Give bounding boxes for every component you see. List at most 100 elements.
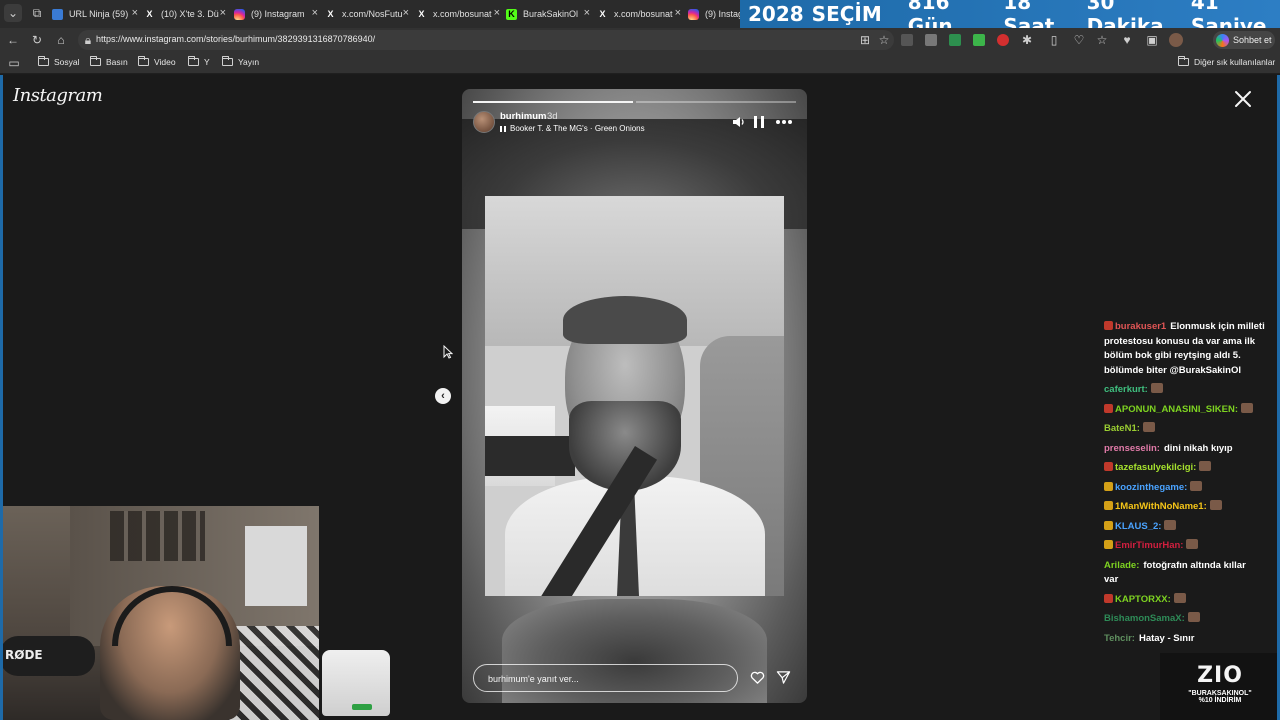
URL-ninja-icon xyxy=(52,8,63,20)
tab-list-button[interactable]: ⌄ xyxy=(4,4,22,22)
bookmarks-bar: ▭ Sosyal Basın Video Y Yayın Diğer sık k… xyxy=(0,52,1280,74)
instagram-icon xyxy=(234,8,245,20)
story-viewer[interactable]: burhimum 3d Booker T. & The MG's · Green… xyxy=(462,89,807,703)
chat-text: bölüm bok gibi reytşing aldı 5. xyxy=(1104,350,1241,361)
favorites-icon[interactable]: ☆ xyxy=(1095,33,1109,47)
chat-username: prenseselin: xyxy=(1104,442,1160,454)
profile-avatar[interactable] xyxy=(1169,33,1183,47)
sidebar-icon[interactable]: ▯ xyxy=(1047,33,1061,47)
chat-message: bölümde biter @BurakSakinOl xyxy=(1104,364,1272,378)
share-direct-icon[interactable] xyxy=(776,670,791,685)
chat-emote-icon xyxy=(1187,612,1200,622)
bookmark-folder-video[interactable]: Video xyxy=(138,56,176,67)
tab-label: BurakSakinOl xyxy=(523,9,579,19)
chat-badge-icon xyxy=(1104,520,1113,530)
lock-icon[interactable]: 🔒︎ xyxy=(81,33,95,47)
story-progress-segment-1 xyxy=(473,101,633,103)
close-tab-icon[interactable]: × xyxy=(132,7,138,19)
close-tab-icon[interactable]: × xyxy=(584,7,590,19)
close-tab-icon[interactable]: × xyxy=(312,7,318,19)
browser-tab[interactable]: (9) Instagram × xyxy=(234,3,318,25)
previous-story-button[interactable]: ‹ xyxy=(435,388,451,404)
chat-emote-icon xyxy=(1173,592,1186,603)
other-bookmarks[interactable]: Diğer sık kullanılanlar xyxy=(1178,56,1276,67)
x-icon: X xyxy=(327,9,334,19)
extension-icon-1[interactable] xyxy=(901,34,913,46)
chat-text: dini nikah kıyıp xyxy=(1163,442,1233,454)
story-user-avatar[interactable] xyxy=(473,111,495,133)
chat-badge-icon xyxy=(1104,501,1113,510)
chat-badge-icon xyxy=(1104,481,1113,491)
chat-message: caferkurt: xyxy=(1104,383,1272,397)
volume-icon[interactable] xyxy=(732,115,746,129)
music-icon xyxy=(500,125,506,132)
browser-tab[interactable]: K BurakSakinOl × xyxy=(506,3,590,25)
copilot-icon xyxy=(1216,33,1229,47)
split-screen-icon[interactable]: ⊞ xyxy=(858,33,872,47)
copilot-chat-label: Sohbet et xyxy=(1233,35,1272,45)
chat-message: koozinthegame: xyxy=(1104,480,1272,495)
close-tab-icon[interactable]: × xyxy=(675,7,681,19)
close-tab-icon[interactable]: × xyxy=(494,7,500,19)
chat-message: KAPTORXX: xyxy=(1104,592,1272,607)
bookmark-folder-y[interactable]: Y xyxy=(188,56,210,67)
copilot-chat-button[interactable]: Sohbet et xyxy=(1213,31,1275,49)
browser-tab[interactable]: URL Ninja (59) × xyxy=(52,3,138,25)
extensions-puzzle-icon[interactable]: ✱ xyxy=(1020,33,1034,47)
refresh-icon[interactable]: ↻ xyxy=(30,33,44,47)
chat-text: Hatay - Sınır xyxy=(1138,632,1195,644)
chat-message: KLAUS_2: xyxy=(1104,519,1272,534)
back-icon[interactable]: ← xyxy=(6,33,20,47)
chat-username: KAPTORXX: xyxy=(1115,593,1171,605)
browser-tab[interactable]: Xx.com/NosFutu × xyxy=(325,3,409,25)
close-tab-icon[interactable]: × xyxy=(403,7,409,19)
bookmark-folder-yayin[interactable]: Yayın xyxy=(222,56,259,67)
chat-username: EmirTimurHan: xyxy=(1115,540,1184,551)
chat-badge-icon xyxy=(1104,593,1113,603)
chat-username: burakuser1 xyxy=(1115,321,1167,332)
chat-message: BateN1: xyxy=(1104,422,1272,436)
close-story-icon[interactable] xyxy=(1234,90,1252,108)
chat-message: Arilade: fotoğrafın altında kıllar xyxy=(1104,559,1272,573)
browser-tab[interactable]: X (10) X'te 3. Dü × xyxy=(144,3,226,25)
pause-icon[interactable] xyxy=(754,116,764,128)
tab-label: (9) Instag xyxy=(705,9,740,19)
browser-tab[interactable]: (9) Instag xyxy=(688,3,740,25)
bookmark-folder-basin[interactable]: Basın xyxy=(90,56,128,67)
story-username[interactable]: burhimum xyxy=(500,111,546,122)
tab-label: x.com/NosFutu xyxy=(342,9,403,19)
extension-icon-5[interactable] xyxy=(997,34,1009,46)
favorite-star-icon[interactable]: ☆ xyxy=(877,33,891,47)
close-tab-icon[interactable]: × xyxy=(220,7,226,19)
chat-emote-icon xyxy=(1164,519,1177,530)
browser-tab[interactable]: Xx.com/bosunat × xyxy=(597,3,681,25)
url-text[interactable]: https://www.instagram.com/stories/burhim… xyxy=(96,34,375,44)
performance-icon[interactable]: ♥ xyxy=(1120,33,1134,47)
like-heart-icon[interactable] xyxy=(750,670,765,685)
bookmark-folder-sosyal[interactable]: Sosyal xyxy=(38,56,80,67)
other-bookmarks-label: Diğer sık kullanılanlar xyxy=(1194,57,1276,67)
story-reply-input[interactable]: burhimum'e yanıt ver... xyxy=(473,664,738,692)
instagram-logo[interactable]: Instagram xyxy=(13,85,103,106)
bookmarks-menu-icon[interactable]: ▭ xyxy=(7,56,21,70)
story-music[interactable]: Booker T. & The MG's · Green Onions xyxy=(500,124,645,133)
tab-label: (10) X'te 3. Dü xyxy=(161,9,219,19)
more-options-icon[interactable] xyxy=(776,120,792,124)
chat-badge-icon xyxy=(1104,540,1113,549)
browser-tab[interactable]: Xx.com/bosunat × xyxy=(416,3,500,25)
extension-icon-2[interactable] xyxy=(925,34,937,46)
sponsor-promo: ZIO "BURAKSAKINOL" %10 İNDİRİM xyxy=(1160,653,1280,720)
browser-essentials-icon[interactable]: ♡ xyxy=(1072,33,1086,47)
workspaces-icon[interactable]: ⧉ xyxy=(30,6,44,20)
cup-logo xyxy=(352,704,372,710)
chat-message: 1ManWithNoName1: xyxy=(1104,500,1272,514)
bookmark-label: Basın xyxy=(106,57,128,67)
chat-badge-icon xyxy=(1104,403,1113,413)
extension-icon-3[interactable] xyxy=(949,34,961,46)
chat-username: Tehcir: xyxy=(1104,632,1135,644)
collections-icon[interactable]: ▣ xyxy=(1145,33,1159,47)
folder-icon xyxy=(138,56,149,66)
extension-icon-4[interactable] xyxy=(973,34,985,46)
home-icon[interactable]: ⌂ xyxy=(54,33,68,47)
chat-message: bölüm bok gibi reytşing aldı 5. xyxy=(1104,349,1272,363)
